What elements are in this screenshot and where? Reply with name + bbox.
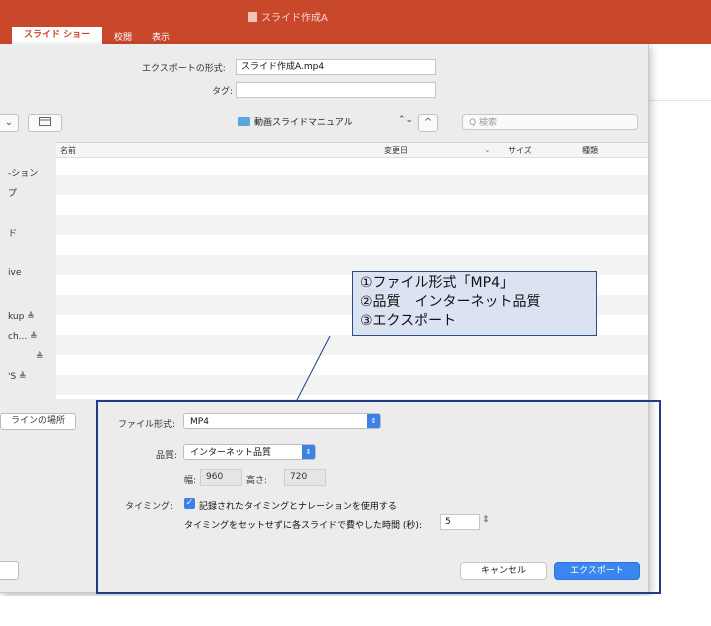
callout-line-3: ③エクスポート [360,313,457,329]
callout-line-1: ①ファイル形式「MP4」 [360,275,514,291]
annotation-callout: ①ファイル形式「MP4」 ②品質 インターネット品質 ③エクスポート [352,271,597,336]
callout-line-2: ②品質 インターネット品質 [360,294,541,310]
